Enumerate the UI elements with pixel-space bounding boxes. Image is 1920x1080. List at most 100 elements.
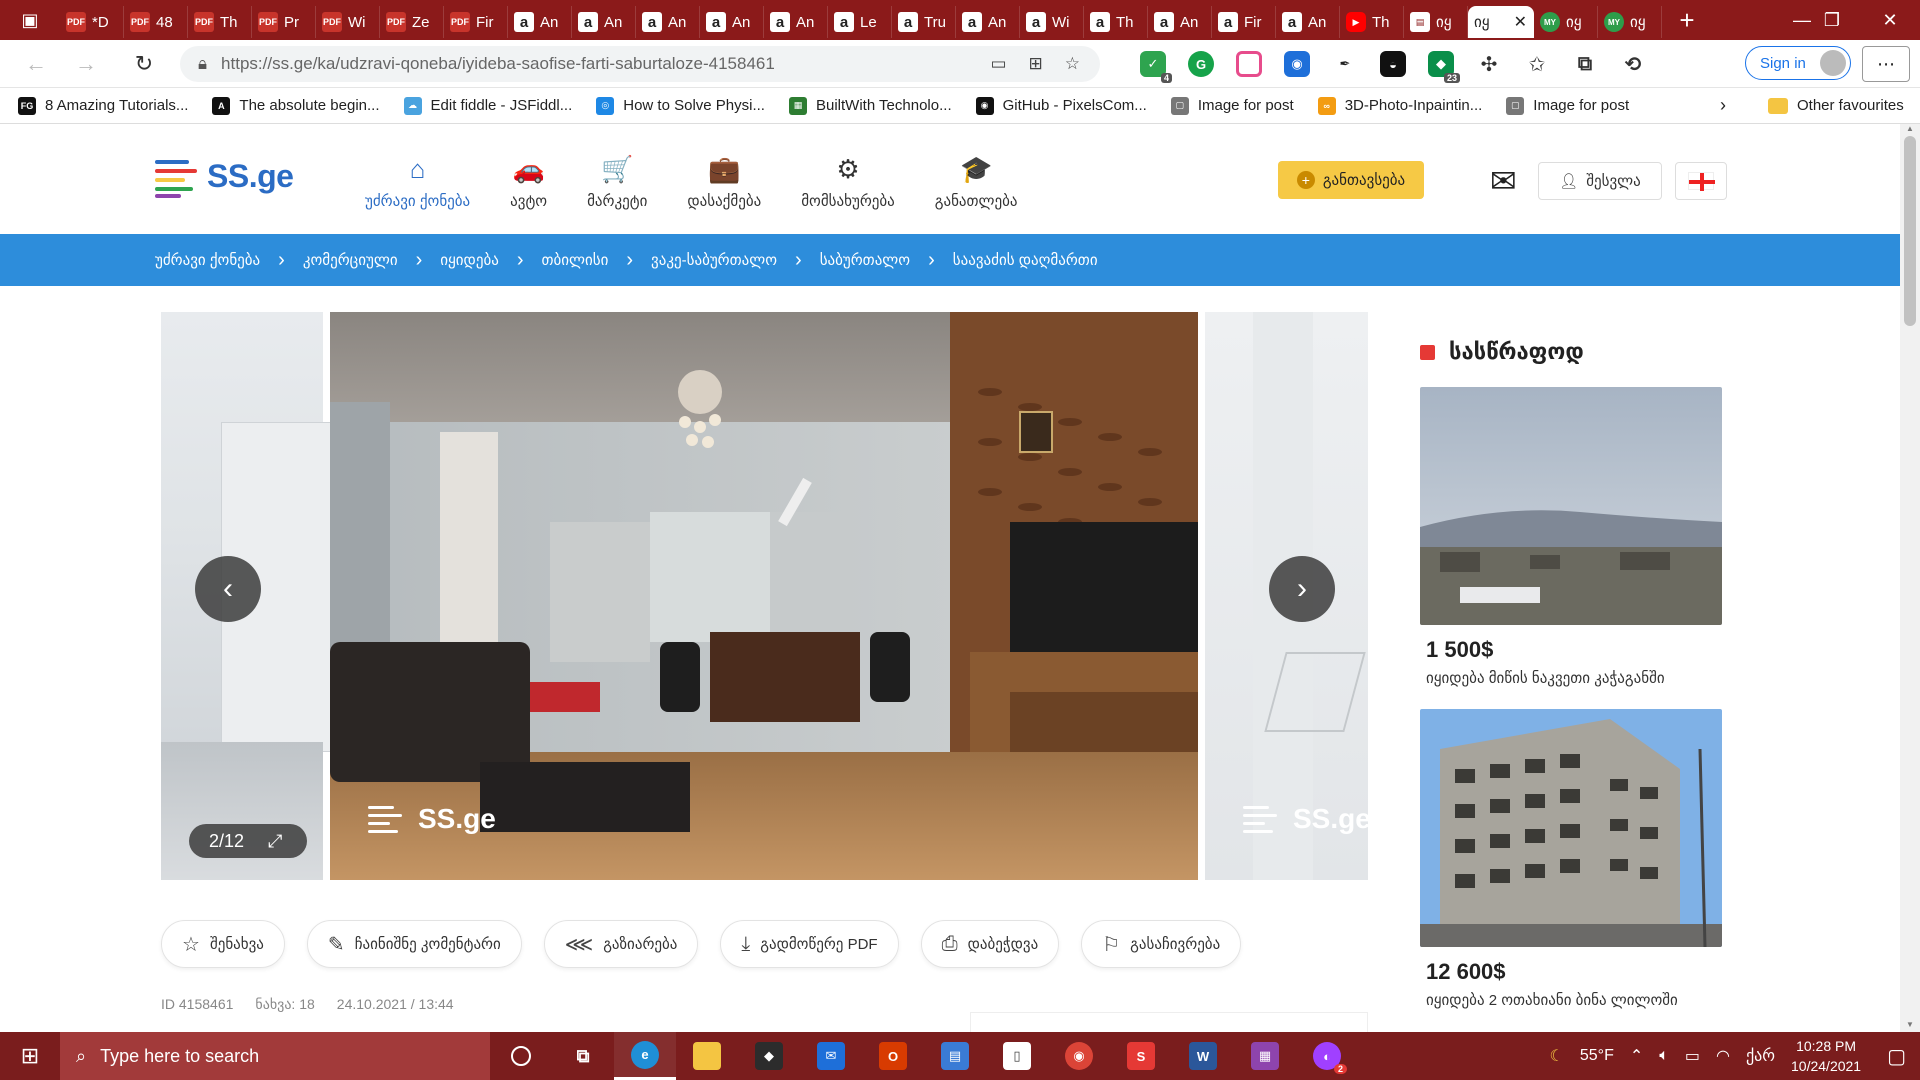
browser-tab[interactable]: PDF 48 [124,6,188,38]
active-tab[interactable]: იყ ✕ [1468,6,1534,38]
nav-item[interactable]: 🎓 განათლება [915,154,1038,210]
language-indicator[interactable]: ქარ [1746,1046,1775,1066]
clock[interactable]: 10:28 PM 10/24/2021 [1791,1036,1861,1076]
tray-chevron-icon[interactable]: ⌃ [1630,1046,1643,1066]
notepad-icon[interactable]: ▯ [986,1032,1048,1080]
sign-in-button[interactable]: Sign in [1745,46,1851,80]
action-button[interactable]: ✎ ჩაინიშნე კომენტარი [306,920,522,968]
weather-temp[interactable]: 55°F [1580,1047,1614,1065]
pen-tool-icon[interactable]: ✒ [1332,51,1358,77]
bookmark-item[interactable]: ◉ GitHub - PixelsCom... [975,96,1147,115]
office-icon[interactable]: O [862,1032,924,1080]
browser-tab[interactable]: a An [1276,6,1340,38]
browser-tab[interactable]: a Wi [1020,6,1084,38]
add-favorite-icon[interactable]: ☆ [1065,54,1080,74]
breadcrumb-item[interactable]: ვაკე-საბურთალო [651,251,777,269]
cortana-icon[interactable] [490,1032,552,1080]
action-button[interactable]: ⎙ დაბეჭდვა [920,920,1060,968]
collections-icon[interactable]: ⧉ [1572,51,1598,77]
action-button[interactable]: ⤓ გადმოწერე PDF [720,920,899,968]
browser-tab[interactable]: PDF Ze [380,6,444,38]
favorites-icon[interactable]: ✩ [1524,51,1550,77]
action-button[interactable]: ⚐ გასაჩივრება [1081,920,1242,968]
wifi-icon[interactable]: ◠ [1716,1046,1730,1066]
breadcrumb-item[interactable]: თბილისი [542,251,609,269]
browser-tab[interactable]: PDF *D [60,6,124,38]
browser-tab[interactable]: a Le [828,6,892,38]
forward-icon[interactable]: → [64,42,108,86]
gallery-main-image[interactable]: SS.ge [330,312,1198,880]
add-listing-button[interactable]: + განთავსება [1278,161,1424,199]
breadcrumb-item[interactable]: საავაძის დაღმართი [953,251,1098,269]
browser-tab[interactable]: PDF Pr [252,6,316,38]
gallery-prev-button[interactable]: ‹ [195,556,261,622]
nav-item[interactable]: 🛒 მარკეტი [567,154,667,210]
battery-icon[interactable]: ▭ [1685,1046,1700,1066]
browser-tab[interactable]: ▤ იყ [1404,6,1468,38]
breadcrumb-item[interactable]: იყიდება [440,251,499,269]
extension-green-icon[interactable]: ◆ 23 [1428,51,1460,83]
card-image[interactable] [1420,387,1722,625]
bookmark-item[interactable]: ◎ How to Solve Physi... [596,96,765,115]
apps-icon[interactable]: ⊞ [1029,54,1043,74]
mail-taskbar-icon[interactable]: ✉ [800,1032,862,1080]
bookmark-item[interactable]: ▢ Image for post [1170,96,1294,115]
action-button[interactable]: ⋘ გაზიარება [543,920,699,968]
close-window-icon[interactable]: ✕ [1860,0,1920,40]
dots-extension-icon[interactable]: ◒ [1380,51,1406,77]
browser-tab[interactable]: a Tru [892,6,956,38]
bookmark-item[interactable]: FG 8 Amazing Tutorials... [18,96,188,115]
scroll-down-icon[interactable]: ▼ [1900,1020,1920,1032]
s-app-icon[interactable]: S [1110,1032,1172,1080]
login-button[interactable]: 👤︎ შესვლა [1538,162,1662,200]
record-icon[interactable] [1236,51,1262,77]
messenger-icon[interactable]: ◐ 2 [1296,1032,1358,1080]
screen-capture-icon[interactable]: ◉ [1284,51,1310,77]
back-icon[interactable]: ← [14,42,58,86]
card-description[interactable]: იყიდება 2 ოთახიანი ბინა ლილოში [1420,991,1722,1009]
history-icon[interactable]: ⟲ [1620,51,1646,77]
winrar-icon[interactable]: ▦ [1234,1032,1296,1080]
card-image[interactable] [1420,709,1722,947]
bookmark-item[interactable]: ▢ Image for post [1506,96,1629,115]
immersive-reader-icon[interactable]: ▭ [990,54,1006,74]
action-button[interactable]: ☆ შენახვა [161,920,285,968]
url-field[interactable]: 🔒︎ https://ss.ge/ka/udzravi-qoneba/iyide… [180,46,1100,82]
extensions-puzzle-icon[interactable]: ✣ [1476,51,1502,77]
sidebar-card[interactable]: 1 500$ იყიდება მიწის ნაკვეთი კაჭაგანში [1420,387,1722,687]
breadcrumb-item[interactable]: საბურთალო [820,251,910,269]
nav-item[interactable]: 🚗 ავტო [490,154,567,210]
file-explorer-icon[interactable] [676,1032,738,1080]
bookmark-item[interactable]: ☁ Edit fiddle - JSFiddl... [403,96,572,115]
gallery-next-button[interactable]: › [1269,556,1335,622]
more-menu-icon[interactable]: ⋯ [1862,46,1910,82]
chrome-icon[interactable]: ◉ [1048,1032,1110,1080]
task-view-icon[interactable]: ⧉ [552,1032,614,1080]
edge-taskbar-icon[interactable]: e [614,1032,676,1080]
extension-shield-icon[interactable]: ✓ 4 [1140,51,1172,83]
browser-tab[interactable]: a An [508,6,572,38]
browser-tab[interactable]: PDF Wi [316,6,380,38]
close-tab-icon[interactable]: ✕ [1514,12,1527,32]
gallery-counter[interactable]: 2/12 ⤢ [189,824,307,858]
bookmark-item[interactable]: ▦ BuiltWith Technolo... [788,96,952,115]
browser-tab[interactable]: ▶ Th [1340,6,1404,38]
language-selector[interactable] [1675,162,1727,200]
tab-actions-icon[interactable]: ▣ [0,0,60,40]
nav-item[interactable]: ⌂ უძრავი ქონება [345,154,490,210]
new-tab-button[interactable]: + [1662,5,1712,36]
windows-start-icon[interactable]: ⊞ [0,1032,60,1080]
other-favourites[interactable]: Other favourites [1768,97,1904,114]
nav-item[interactable]: 💼 დასაქმება [667,154,781,210]
browser-tab[interactable]: a Fir [1212,6,1276,38]
browser-tab[interactable]: a An [764,6,828,38]
restore-icon[interactable]: ❐ [1802,0,1862,40]
browser-tab[interactable]: PDF Fir [444,6,508,38]
browser-tab[interactable]: MY იყ [1534,6,1598,38]
scrollbar-thumb[interactable] [1904,136,1916,326]
volume-icon[interactable]: 🔈︎ [1659,1047,1669,1065]
browser-tab[interactable]: a An [700,6,764,38]
breadcrumb-item[interactable]: კომერციული [303,251,398,269]
card-description[interactable]: იყიდება მიწის ნაკვეთი კაჭაგანში [1420,669,1722,687]
presenter-icon[interactable]: ▤ [924,1032,986,1080]
